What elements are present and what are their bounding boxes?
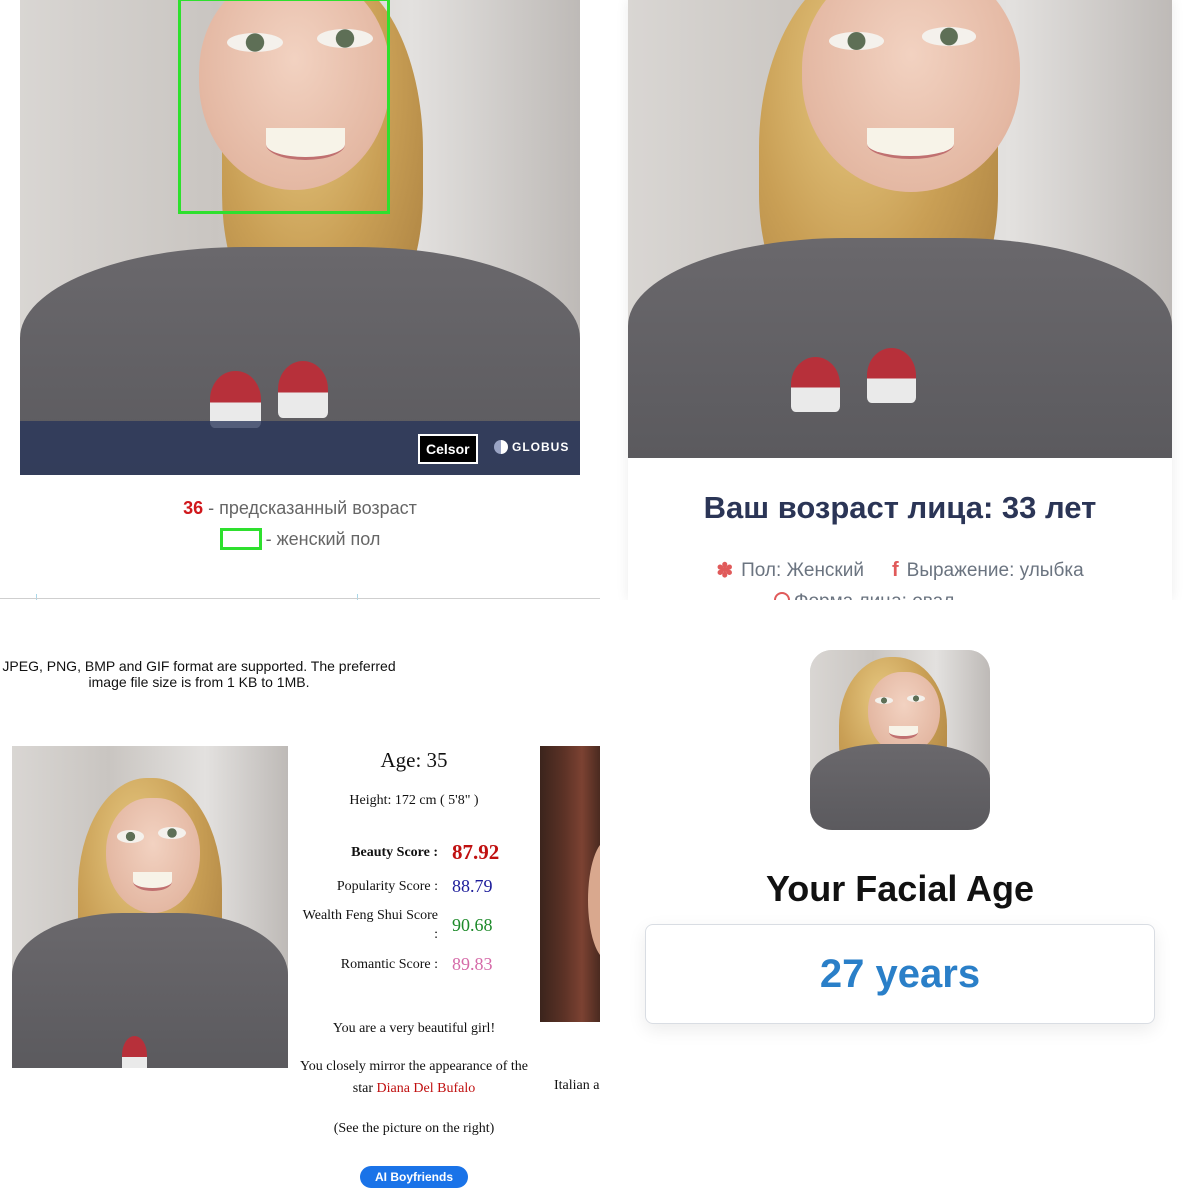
divider xyxy=(0,598,600,599)
predicted-age-line: 36 - предсказанный возраст xyxy=(0,498,600,519)
lookalike-text: You closely mirror the appearance of the… xyxy=(300,1059,528,1096)
panel-age-prediction: Celsor GLOBUS 36 - предсказанный возраст… xyxy=(0,0,600,600)
compliment-text: You are a very beautiful girl! xyxy=(332,1021,496,1036)
popularity-score-value: 88.79 xyxy=(452,876,493,896)
celsor-logo: Celsor xyxy=(418,434,478,464)
uploaded-photo xyxy=(628,0,1172,458)
gender-attribute: ✽ Пол: Женский xyxy=(716,559,864,583)
panel-facial-age-en: Your Facial Age 27 years xyxy=(600,600,1200,1200)
panel-face-age-ru: Ваш возраст лица: 33 лет ✽ Пол: Женский … xyxy=(600,0,1200,600)
globus-logo: GLOBUS xyxy=(494,440,569,454)
attributes-row: ✽ Пол: Женский f Выражение: улыбка xyxy=(600,558,1200,583)
wealth-score-row: Wealth Feng Shui Score : 90.68 xyxy=(302,908,493,942)
see-picture-note: (See the picture on the right) xyxy=(333,1121,495,1136)
predicted-age-label: - предсказанный возраст xyxy=(208,498,417,518)
wealth-score-value: 90.68 xyxy=(452,914,493,935)
star-name-link[interactable]: Diana Del Bufalo xyxy=(376,1081,475,1096)
beauty-score-row: Beauty Score : 87.92 xyxy=(351,840,500,864)
height-result: Height: 172 cm ( 5'8" ) xyxy=(349,793,479,808)
predicted-age-value: 36 xyxy=(183,498,204,518)
romantic-score-value: 89.83 xyxy=(452,954,493,974)
beauty-score-value: 87.92 xyxy=(452,840,500,864)
green-box-legend-icon xyxy=(219,528,262,550)
age-result: Age: 35 xyxy=(380,748,448,772)
gender-label: - женский пол xyxy=(265,528,381,549)
facial-age-result: 27 years xyxy=(819,951,981,996)
popularity-score-row: Popularity Score : 88.79 xyxy=(336,876,493,896)
supported-formats-note: JPEG, PNG, BMP and GIF format are suppor… xyxy=(2,658,396,690)
facebook-icon: f xyxy=(891,559,899,581)
avatar xyxy=(810,650,990,830)
celebrity-caption: Italian a xyxy=(554,1078,600,1093)
gear-icon: ✽ xyxy=(716,560,734,582)
uploaded-photo xyxy=(12,746,288,1068)
romantic-score-row: Romantic Score : 89.83 xyxy=(340,954,493,974)
face-age-title: Ваш возраст лица: 33 лет xyxy=(703,490,1097,525)
panel-beauty-score: JPEG, PNG, BMP and GIF format are suppor… xyxy=(0,600,600,1200)
facial-age-heading: Your Facial Age xyxy=(765,868,1035,909)
face-shape-attribute: Форма лица: овал xyxy=(794,591,954,600)
facial-age-result-box: 27 years xyxy=(645,924,1155,1024)
globus-icon xyxy=(494,440,508,454)
ai-boyfriends-button[interactable]: AI Boyfriends xyxy=(360,1166,468,1188)
gender-legend: - женский пол xyxy=(0,528,600,550)
expression-attribute: f Выражение: улыбка xyxy=(891,559,1084,581)
face-detection-box xyxy=(178,0,390,214)
